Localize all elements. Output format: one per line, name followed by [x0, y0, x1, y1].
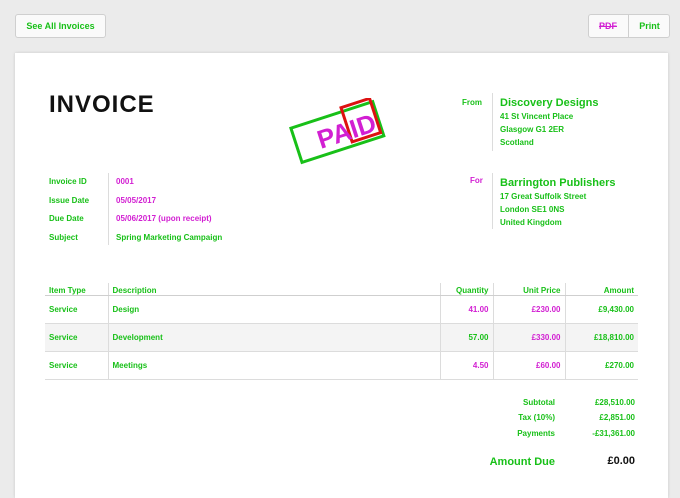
description-cell: Meetings — [107, 351, 440, 380]
invoice-id-value: 0001 — [116, 177, 134, 186]
amount-cell: £18,810.00 — [564, 323, 638, 352]
table-row: Service Design 41.00 £230.00 £9,430.00 — [45, 295, 638, 324]
issue-date-label: Issue Date — [49, 196, 90, 205]
subtotal-value: £28,510.00 — [594, 398, 635, 407]
unit-price-cell: £230.00 — [492, 295, 565, 324]
from-company-name: Discovery Designs — [500, 97, 599, 109]
tax-label: Tax (10%) — [518, 413, 555, 422]
subtotal-label: Subtotal — [523, 398, 555, 407]
payments-label: Payments — [517, 429, 555, 438]
description-cell: Development — [107, 323, 440, 352]
print-button[interactable]: Print — [628, 15, 670, 37]
item-type-cell: Service — [45, 351, 108, 380]
column-header: Item Type — [45, 283, 108, 296]
description-cell: Design — [107, 295, 440, 324]
from-label: From — [462, 98, 482, 107]
paid-stamp: PAID — [289, 98, 386, 165]
from-divider — [492, 93, 493, 151]
pdf-button[interactable]: PDF — [589, 15, 627, 37]
due-date-label: Due Date — [49, 214, 84, 223]
table-row: Service Development 57.00 £330.00 £18,81… — [45, 323, 638, 352]
amount-cell: £9,430.00 — [564, 295, 638, 324]
for-divider — [492, 173, 493, 229]
line-items-table: Item Type Description Quantity Unit Pric… — [45, 283, 638, 380]
item-type-cell: Service — [45, 323, 108, 352]
column-header: Quantity — [439, 283, 493, 296]
subject-value: Spring Marketing Campaign — [116, 233, 223, 242]
issue-date-value: 05/05/2017 — [116, 196, 157, 205]
for-address-line: London SE1 0NS — [500, 205, 565, 214]
payments-value: -£31,361.00 — [592, 429, 635, 438]
for-label: For — [470, 176, 483, 185]
meta-divider — [108, 173, 109, 245]
for-address-line: United Kingdom — [500, 218, 562, 227]
export-button-group: PDF Print — [588, 14, 670, 38]
column-header: Unit Price — [492, 283, 565, 296]
invoice-title: INVOICE — [49, 91, 155, 118]
tax-value: £2,851.00 — [599, 413, 635, 422]
for-address-line: 17 Great Suffolk Street — [500, 192, 587, 201]
amount-cell: £270.00 — [564, 351, 638, 380]
column-header: Description — [107, 283, 440, 296]
from-address-line: 41 St Vincent Place — [500, 112, 574, 121]
unit-price-cell: £330.00 — [492, 323, 565, 352]
quantity-cell: 4.50 — [439, 351, 493, 380]
amount-due-label: Amount Due — [489, 456, 555, 468]
from-address-line: Glasgow G1 2ER — [500, 125, 565, 134]
table-row: Service Meetings 4.50 £60.00 £270.00 — [45, 351, 638, 380]
from-address-line: Scotland — [500, 138, 534, 147]
unit-price-cell: £60.00 — [492, 351, 565, 380]
table-header-row: Item Type Description Quantity Unit Pric… — [45, 283, 638, 296]
invoice-id-label: Invoice ID — [49, 177, 87, 186]
subject-label: Subject — [49, 233, 78, 242]
due-date-value: 05/06/2017 (upon receipt) — [116, 214, 212, 223]
quantity-cell: 57.00 — [439, 323, 493, 352]
for-company-name: Barrington Publishers — [500, 177, 616, 189]
quantity-cell: 41.00 — [439, 295, 493, 324]
column-header: Amount — [564, 283, 638, 296]
item-type-cell: Service — [45, 295, 108, 324]
amount-due-value: £0.00 — [607, 455, 635, 467]
see-all-invoices-button[interactable]: See All Invoices — [15, 14, 106, 38]
invoice-paper: INVOICE PAID From Discovery Designs 41 S… — [15, 53, 668, 498]
